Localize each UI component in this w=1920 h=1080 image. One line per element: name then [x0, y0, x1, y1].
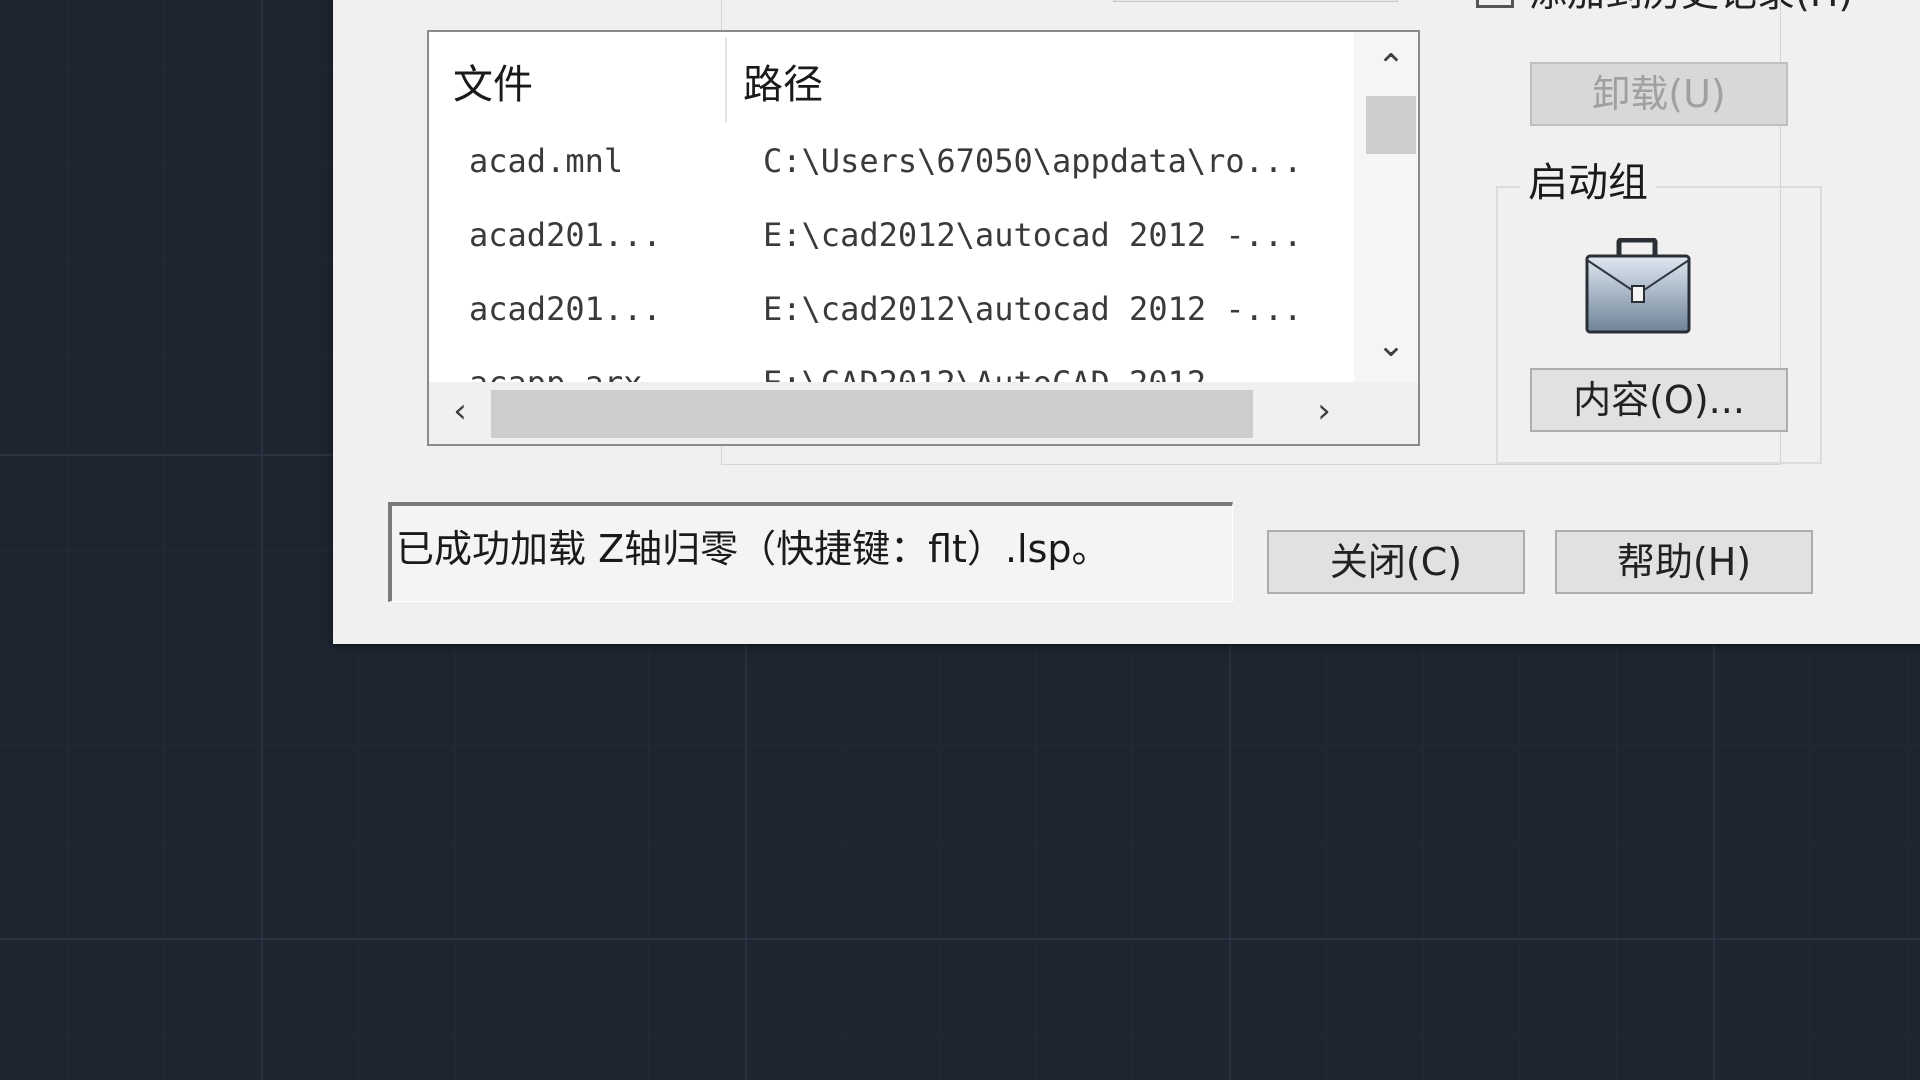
briefcase-icon	[1583, 237, 1693, 338]
scroll-left-icon[interactable]: ‹	[443, 394, 477, 428]
list-item[interactable]: acapp.arx E:\CAD2012\AutoCAD 2012 -...	[429, 350, 1354, 382]
list-item[interactable]: acad201... E:\cad2012\autocad 2012 -...	[429, 276, 1354, 348]
list-item[interactable]: acad.mnl C:\Users\67050\appdata\ro...	[429, 128, 1354, 200]
horizontal-scrollbar[interactable]: ‹ ›	[429, 382, 1418, 444]
column-header-file[interactable]: 文件	[453, 52, 533, 110]
loaded-files-list[interactable]: 文件 路径 acad.mnl C:\Users\67050\appdata\ro…	[427, 30, 1420, 446]
scroll-down-icon[interactable]: ⌄	[1366, 328, 1416, 362]
list-item-file: acad.mnl	[469, 142, 624, 180]
status-message-box: 已成功加载 Z轴归零（快捷键：flt）.lsp。	[388, 502, 1233, 602]
unload-button[interactable]: 卸载(U)	[1530, 62, 1788, 126]
close-button[interactable]: 关闭(C)	[1267, 530, 1525, 594]
list-item-file: acapp.arx	[469, 364, 642, 382]
contents-button[interactable]: 内容(O)...	[1530, 368, 1788, 432]
list-item-file: acad201...	[469, 216, 662, 254]
column-header-path[interactable]: 路径	[743, 52, 823, 110]
load-application-dialog: 添加到历史记录(H) 文件 路径 acad.mnl C:\Users\67050…	[333, 0, 1920, 644]
list-item-path: E:\cad2012\autocad 2012 -...	[763, 216, 1303, 254]
list-item-path: E:\cad2012\autocad 2012 -...	[763, 290, 1303, 328]
scroll-right-icon[interactable]: ›	[1307, 394, 1341, 428]
vertical-scrollbar[interactable]: ⌃ ⌄	[1354, 32, 1418, 382]
help-button[interactable]: 帮助(H)	[1555, 530, 1813, 594]
list-item[interactable]: acad201... E:\cad2012\autocad 2012 -...	[429, 202, 1354, 274]
list-item-file: acad201...	[469, 290, 662, 328]
scroll-up-icon[interactable]: ⌃	[1366, 50, 1416, 84]
vertical-scroll-thumb[interactable]	[1366, 96, 1416, 154]
list-item-path: C:\Users\67050\appdata\ro...	[763, 142, 1303, 180]
startup-suite-label: 启动组	[1520, 150, 1656, 208]
list-item-path: E:\CAD2012\AutoCAD 2012 -...	[763, 364, 1353, 382]
column-separator[interactable]	[725, 38, 727, 122]
horizontal-scroll-thumb[interactable]	[491, 390, 1253, 438]
